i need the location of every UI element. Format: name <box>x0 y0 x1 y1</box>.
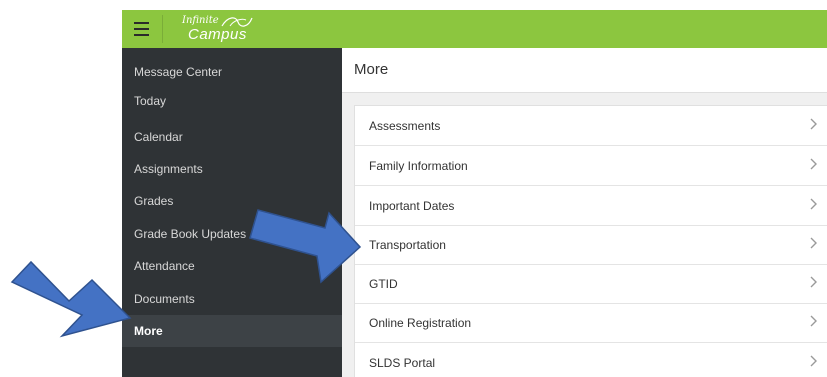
chevron-right-icon <box>810 237 817 249</box>
list-item-label: GTID <box>369 277 398 291</box>
sidebar-item-label: Attendance <box>134 259 195 273</box>
sidebar-nav: Message Center Today Calendar Assignment… <box>122 48 342 377</box>
topbar-divider <box>162 15 163 43</box>
list-item-label: SLDS Portal <box>369 356 436 370</box>
page-title: More <box>354 61 389 78</box>
infinite-campus-logo[interactable]: Infinite Campus <box>178 13 268 45</box>
list-item-label: Assessments <box>369 119 441 133</box>
sidebar-item-more[interactable]: More <box>122 315 342 347</box>
chevron-right-icon <box>810 355 817 367</box>
sidebar-item-label: Grade Book Updates <box>134 227 247 241</box>
chevron-right-icon <box>810 198 817 210</box>
list-item-family-information[interactable]: Family Information <box>355 146 827 186</box>
sidebar-item-attendance[interactable]: Attendance <box>122 250 342 282</box>
list-item-slds-portal[interactable]: SLDS Portal <box>355 343 827 377</box>
arrow-pointing-to-more-icon <box>10 260 132 338</box>
sidebar-item-today[interactable]: Today <box>122 88 342 120</box>
list-item-online-registration[interactable]: Online Registration <box>355 303 827 343</box>
list-item-transportation[interactable]: Transportation <box>355 225 827 265</box>
sidebar-item-label: Message Center <box>134 65 223 79</box>
hamburger-menu-icon[interactable] <box>131 18 153 40</box>
list-item-label: Family Information <box>369 159 468 173</box>
list-item-assessments[interactable]: Assessments <box>355 106 827 146</box>
list-item-important-dates[interactable]: Important Dates <box>355 186 827 226</box>
chevron-right-icon <box>810 315 817 327</box>
list-item-label: Transportation <box>369 238 446 252</box>
chevron-right-icon <box>810 158 817 170</box>
logo-swoosh-icon <box>221 17 253 27</box>
logo-infinite-text: Infinite <box>182 15 219 26</box>
chevron-right-icon <box>810 276 817 288</box>
list-item-label: Important Dates <box>369 199 455 213</box>
chevron-right-icon <box>810 118 817 130</box>
sidebar-item-grade-book-updates[interactable]: Grade Book Updates <box>122 218 342 250</box>
sidebar-item-calendar[interactable]: Calendar <box>122 121 342 153</box>
sidebar-item-label: Documents <box>134 292 195 306</box>
app-window: Infinite Campus Message Center Today Cal… <box>122 10 827 377</box>
sidebar-item-label: Assignments <box>134 162 203 176</box>
sidebar-item-message-center[interactable]: Message Center <box>122 56 342 88</box>
top-bar: Infinite Campus <box>122 10 827 48</box>
sidebar-item-assignments[interactable]: Assignments <box>122 153 342 185</box>
list-item-gtid[interactable]: GTID <box>355 264 827 304</box>
sidebar-item-label: More <box>134 324 163 338</box>
sidebar-item-label: Today <box>134 94 167 108</box>
more-options-list: Assessments Family Information Important… <box>354 105 827 377</box>
sidebar-item-documents[interactable]: Documents <box>122 283 342 315</box>
sidebar-item-label: Calendar <box>134 130 183 144</box>
page-header: More <box>342 48 827 93</box>
sidebar-item-grades[interactable]: Grades <box>122 185 342 217</box>
sidebar-item-label: Grades <box>134 194 174 208</box>
list-item-label: Online Registration <box>369 316 472 330</box>
main-content: More Assessments Family Information Impo… <box>342 48 827 377</box>
